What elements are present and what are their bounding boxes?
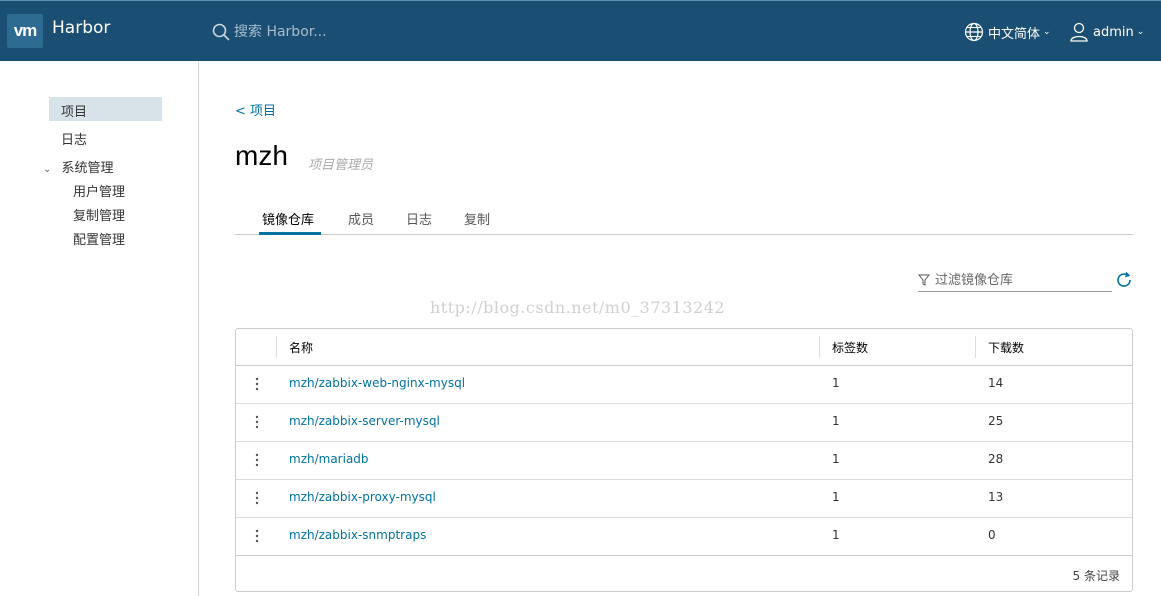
column-separator	[276, 336, 277, 358]
language-selector[interactable]: 中文简体 ⌄	[964, 20, 1051, 44]
sidebar-item-label: 复制管理	[73, 209, 126, 224]
filter-input[interactable]	[935, 270, 1110, 290]
column-separator	[975, 336, 976, 358]
table-footer: 5 条记录	[236, 555, 1132, 592]
sidebar-item-label: 系统管理	[61, 161, 114, 176]
sidebar-item-user-management[interactable]: 用户管理	[73, 181, 125, 200]
watermark-text: http://blog.csdn.net/m0_37313242	[430, 298, 726, 317]
tag-count: 1	[832, 376, 840, 390]
repository-name-link[interactable]: mzh/zabbix-proxy-mysql	[289, 490, 436, 504]
column-header-tags[interactable]: 标签数	[832, 339, 868, 356]
kebab-menu-icon[interactable]	[252, 376, 262, 392]
language-label: 中文简体	[988, 26, 1041, 42]
tag-count: 1	[832, 490, 840, 504]
tab-logs[interactable]: 日志	[406, 209, 432, 228]
sidebar-item-projects[interactable]: 项目	[49, 97, 162, 121]
vmware-logo[interactable]: vm	[7, 14, 43, 48]
search-icon	[212, 23, 230, 41]
table-row: mzh/zabbix-snmptraps 1 0	[236, 517, 1132, 555]
tab-members[interactable]: 成员	[348, 209, 374, 228]
sidebar-item-logs[interactable]: 日志	[61, 129, 87, 148]
table-row: mzh/zabbix-server-mysql 1 25	[236, 403, 1132, 442]
search-input[interactable]	[234, 20, 434, 44]
sidebar-item-label: 用户管理	[73, 185, 126, 200]
repository-name-link[interactable]: mzh/mariadb	[289, 452, 369, 466]
kebab-menu-icon[interactable]	[252, 414, 262, 430]
pull-count: 13	[988, 490, 1004, 504]
repository-name-link[interactable]: mzh/zabbix-web-nginx-mysql	[289, 376, 465, 390]
sidebar-item-label: 配置管理	[73, 233, 126, 248]
sidebar-item-system-admin[interactable]: ⌄ 系统管理	[43, 157, 114, 176]
brand-name[interactable]: Harbor	[52, 18, 110, 38]
sidebar-item-label: 日志	[61, 133, 88, 148]
tag-count: 1	[832, 452, 840, 466]
username-label: admin	[1093, 24, 1134, 40]
kebab-menu-icon[interactable]	[252, 528, 262, 544]
tab-repositories[interactable]: 镜像仓库	[262, 209, 314, 228]
table-header: 名称 标签数 下载数	[236, 329, 1132, 366]
column-header-pulls[interactable]: 下载数	[988, 339, 1024, 356]
refresh-icon[interactable]	[1115, 271, 1133, 289]
tag-count: 1	[832, 414, 840, 428]
kebab-menu-icon[interactable]	[252, 452, 262, 468]
globe-icon	[964, 22, 984, 42]
sidebar-item-label: 项目	[61, 105, 88, 120]
table-row: mzh/zabbix-web-nginx-mysql 1 14	[236, 365, 1132, 404]
repositories-table: 名称 标签数 下载数 mzh/zabbix-web-nginx-mysql 1 …	[235, 328, 1133, 592]
sidebar-item-configuration[interactable]: 配置管理	[73, 229, 125, 248]
pull-count: 25	[988, 414, 1004, 428]
user-icon	[1070, 22, 1088, 42]
back-to-projects-link[interactable]: < 项目	[235, 100, 276, 119]
user-menu[interactable]: admin ⌄	[1070, 20, 1144, 44]
chevron-down-icon: ⌄	[1136, 27, 1145, 37]
kebab-menu-icon[interactable]	[252, 490, 262, 506]
table-row: mzh/mariadb 1 28	[236, 441, 1132, 480]
pull-count: 14	[988, 376, 1004, 390]
tag-count: 1	[832, 528, 840, 542]
project-role-label: 项目管理员	[308, 158, 374, 173]
record-count: 5 条记录	[1072, 569, 1120, 583]
chevron-down-icon: ⌄	[43, 164, 52, 175]
sidebar: 项目 日志 ⌄ 系统管理 用户管理 复制管理 配置管理	[0, 61, 199, 596]
table-row: mzh/zabbix-proxy-mysql 1 13	[236, 479, 1132, 518]
filter-box	[918, 270, 1112, 292]
pull-count: 28	[988, 452, 1004, 466]
chevron-down-icon: ⌄	[1043, 27, 1051, 37]
tab-replication[interactable]: 复制	[464, 209, 490, 228]
repository-name-link[interactable]: mzh/zabbix-server-mysql	[289, 414, 440, 428]
column-header-name[interactable]: 名称	[289, 339, 313, 356]
column-separator	[819, 336, 820, 358]
active-tab-indicator	[259, 232, 321, 235]
tab-divider	[235, 234, 1133, 235]
page-title: mzh	[235, 140, 288, 171]
sidebar-item-replication-management[interactable]: 复制管理	[73, 205, 125, 224]
filter-icon	[918, 274, 930, 286]
repository-name-link[interactable]: mzh/zabbix-snmptraps	[289, 528, 426, 542]
pull-count: 0	[988, 528, 996, 542]
top-header: vm Harbor 中文简体 ⌄ admin ⌄	[0, 0, 1161, 61]
